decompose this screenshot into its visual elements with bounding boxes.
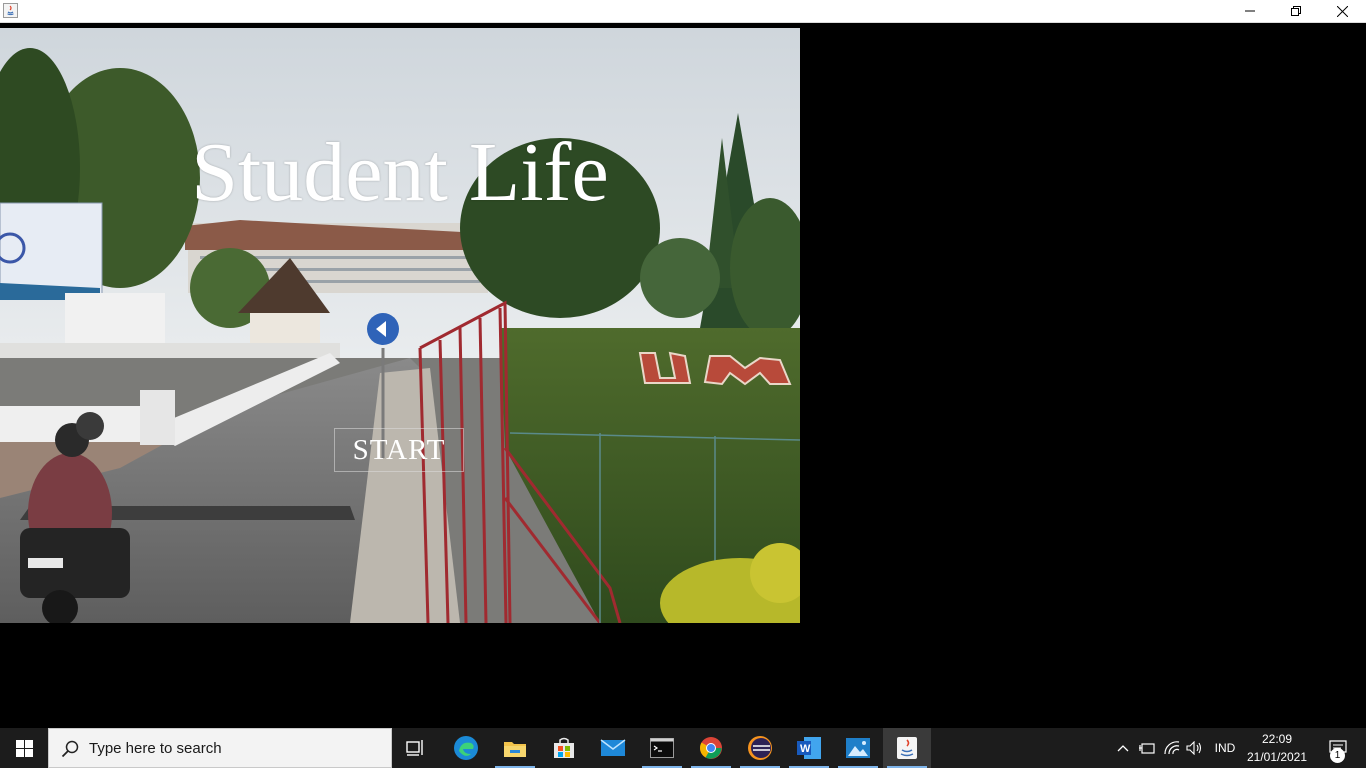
- java-icon: [897, 737, 917, 759]
- chrome-button[interactable]: [687, 728, 735, 768]
- file-explorer-icon: [504, 742, 526, 757]
- app-content-panel: Student Life START: [0, 28, 800, 623]
- battery-plug-icon: [1139, 743, 1155, 754]
- power-tray-button[interactable]: [1135, 728, 1159, 768]
- show-hidden-icons-button[interactable]: [1112, 728, 1134, 768]
- chrome-icon: [700, 737, 722, 759]
- file-explorer-button[interactable]: [491, 728, 539, 768]
- minimize-button[interactable]: [1227, 0, 1273, 22]
- notification-count-badge: 1: [1330, 748, 1345, 763]
- restore-icon: [1291, 6, 1301, 16]
- windows-logo-icon: [15, 739, 33, 757]
- wifi-icon: [1164, 741, 1180, 755]
- task-view-icon: [406, 740, 423, 756]
- input-language-indicator[interactable]: IND: [1208, 728, 1242, 768]
- chevron-up-icon: [1117, 745, 1129, 752]
- photos-button[interactable]: [834, 728, 882, 768]
- edge-icon: [454, 736, 478, 760]
- word-icon: W: [797, 737, 821, 759]
- command-prompt-icon: [650, 738, 674, 758]
- microsoft-store-button[interactable]: [540, 728, 588, 768]
- close-button[interactable]: [1319, 0, 1365, 22]
- taskbar: Type here to search W IND 22:09 21/01/20…: [0, 728, 1366, 768]
- campus-gate-photo: [0, 28, 800, 623]
- start-button[interactable]: START: [334, 428, 464, 472]
- speaker-icon: [1186, 741, 1202, 755]
- task-view-button[interactable]: [392, 728, 440, 768]
- svg-text:W: W: [800, 743, 811, 755]
- search-icon: [61, 740, 79, 763]
- close-icon: [1336, 5, 1348, 17]
- command-prompt-button[interactable]: [638, 728, 686, 768]
- volume-tray-button[interactable]: [1184, 728, 1206, 768]
- edge-button[interactable]: [442, 728, 490, 768]
- window-title-bar: [0, 0, 1366, 23]
- eclipse-button[interactable]: [736, 728, 784, 768]
- photos-icon: [846, 738, 870, 758]
- java-icon[interactable]: [3, 3, 18, 18]
- eclipse-icon: [748, 736, 772, 760]
- start-menu-button[interactable]: [0, 728, 48, 768]
- search-placeholder: Type here to search: [89, 740, 222, 757]
- microsoft-store-icon: [554, 737, 574, 758]
- mail-icon: [600, 739, 626, 756]
- minimize-icon: [1245, 10, 1255, 12]
- restore-button[interactable]: [1273, 0, 1319, 22]
- mail-button[interactable]: [589, 728, 637, 768]
- clock-time: 22:09: [1261, 732, 1293, 746]
- network-tray-button[interactable]: [1160, 728, 1184, 768]
- app-title: Student Life: [191, 126, 609, 219]
- system-clock[interactable]: 22:09 21/01/2021: [1244, 730, 1310, 766]
- java-button[interactable]: [883, 728, 931, 768]
- word-button[interactable]: W: [785, 728, 833, 768]
- search-box[interactable]: Type here to search: [48, 728, 392, 768]
- clock-date: 21/01/2021: [1246, 750, 1308, 764]
